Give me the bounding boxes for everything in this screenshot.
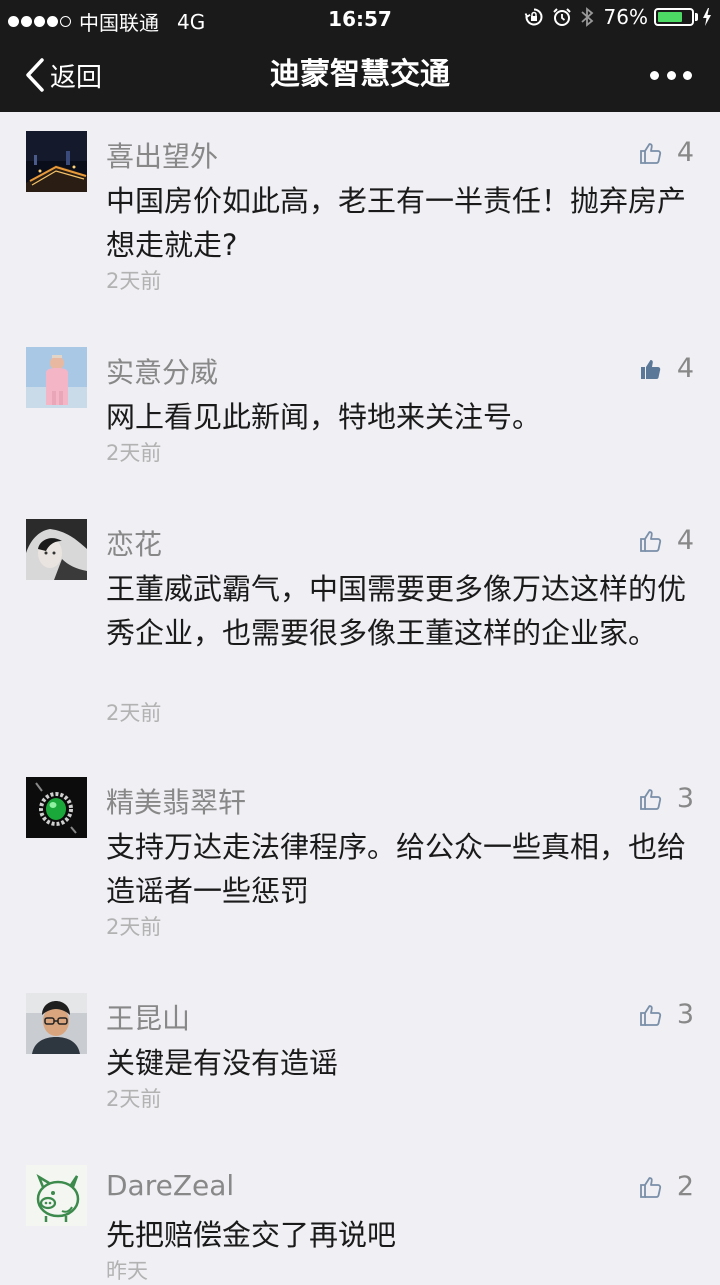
- thumbs-up-icon: [639, 788, 661, 810]
- like-count: 3: [676, 783, 694, 814]
- thumbs-up-filled-icon: [640, 359, 661, 379]
- thumbs-up-icon: [639, 1176, 661, 1198]
- bluetooth-icon: [580, 7, 593, 27]
- like-button[interactable]: 3: [639, 999, 694, 1030]
- pig-drawing-avatar[interactable]: [26, 1165, 87, 1226]
- commenter-name[interactable]: 喜出望外: [106, 135, 218, 175]
- more-button[interactable]: [650, 64, 692, 86]
- battery-fill: [658, 12, 683, 22]
- comment-time: 2天前: [106, 441, 162, 465]
- comment-text: 先把赔偿金交了再说吧: [106, 1218, 397, 1252]
- commenter-name[interactable]: 实意分威: [106, 351, 218, 391]
- like-button[interactable]: 3: [639, 783, 694, 814]
- like-count: 4: [676, 525, 694, 556]
- back-button[interactable]: 返回: [24, 38, 102, 112]
- like-button[interactable]: 4: [639, 137, 694, 168]
- battery-icon: [654, 8, 694, 26]
- bw-portrait-avatar[interactable]: [26, 519, 87, 580]
- status-bar: 中国联通 4G 16:57 76%: [0, 0, 720, 38]
- comment-time: 昨天: [106, 1259, 148, 1283]
- back-label: 返回: [50, 62, 103, 93]
- comment-text: 网上看见此新闻，特地来关注号。: [106, 400, 542, 434]
- night-city-avatar[interactable]: [26, 131, 87, 192]
- comment-time: 2天前: [106, 701, 162, 725]
- navigation-bar: 返回 迪蒙智慧交通: [0, 38, 720, 112]
- commenter-name[interactable]: 精美翡翠轩: [106, 781, 246, 821]
- man-glasses-avatar[interactable]: [26, 993, 87, 1054]
- orientation-lock-icon: [524, 8, 543, 26]
- like-count: 2: [676, 1171, 694, 1202]
- comment-text: 中国房价如此高，老王有一半责任！抛弃房产想走就走?: [106, 184, 687, 262]
- comment-time: 2天前: [106, 269, 162, 293]
- comment-text: 关键是有没有造谣: [106, 1046, 339, 1080]
- like-count: 4: [676, 353, 694, 384]
- thumbs-up-icon: [639, 142, 661, 164]
- commenter-name[interactable]: 恋花: [106, 523, 162, 563]
- comment-time: 2天前: [106, 915, 162, 939]
- battery-percent: 76%: [603, 5, 648, 29]
- like-button[interactable]: 2: [639, 1171, 694, 1202]
- like-button-active[interactable]: 4: [639, 353, 694, 384]
- person-pink-avatar[interactable]: [26, 347, 87, 408]
- chevron-left-icon: [26, 58, 44, 92]
- like-count: 4: [676, 137, 694, 168]
- charging-icon: [703, 8, 711, 26]
- status-bar-right: 76%: [516, 5, 712, 29]
- commenter-name[interactable]: 王昆山: [106, 997, 190, 1037]
- like-count: 3: [676, 999, 694, 1030]
- comment-text: 支持万达走法律程序。给公众一些真相，也给造谣者一些惩罚: [106, 830, 687, 908]
- thumbs-up-icon: [639, 1004, 661, 1026]
- commenter-name[interactable]: DareZeal: [106, 1169, 234, 1202]
- battery-nub: [695, 13, 698, 21]
- like-button[interactable]: 4: [639, 525, 694, 556]
- jade-ring-avatar[interactable]: [26, 777, 87, 838]
- alarm-icon: [552, 8, 571, 26]
- thumbs-up-icon: [639, 530, 661, 552]
- comment-text: 王董威武霸气，中国需要更多像万达这样的优秀企业，也需要很多像王董这样的企业家。: [106, 572, 687, 650]
- comment-time: 2天前: [106, 1087, 162, 1111]
- more-dots-icon: [650, 70, 659, 80]
- page-title: 迪蒙智慧交通: [270, 57, 450, 92]
